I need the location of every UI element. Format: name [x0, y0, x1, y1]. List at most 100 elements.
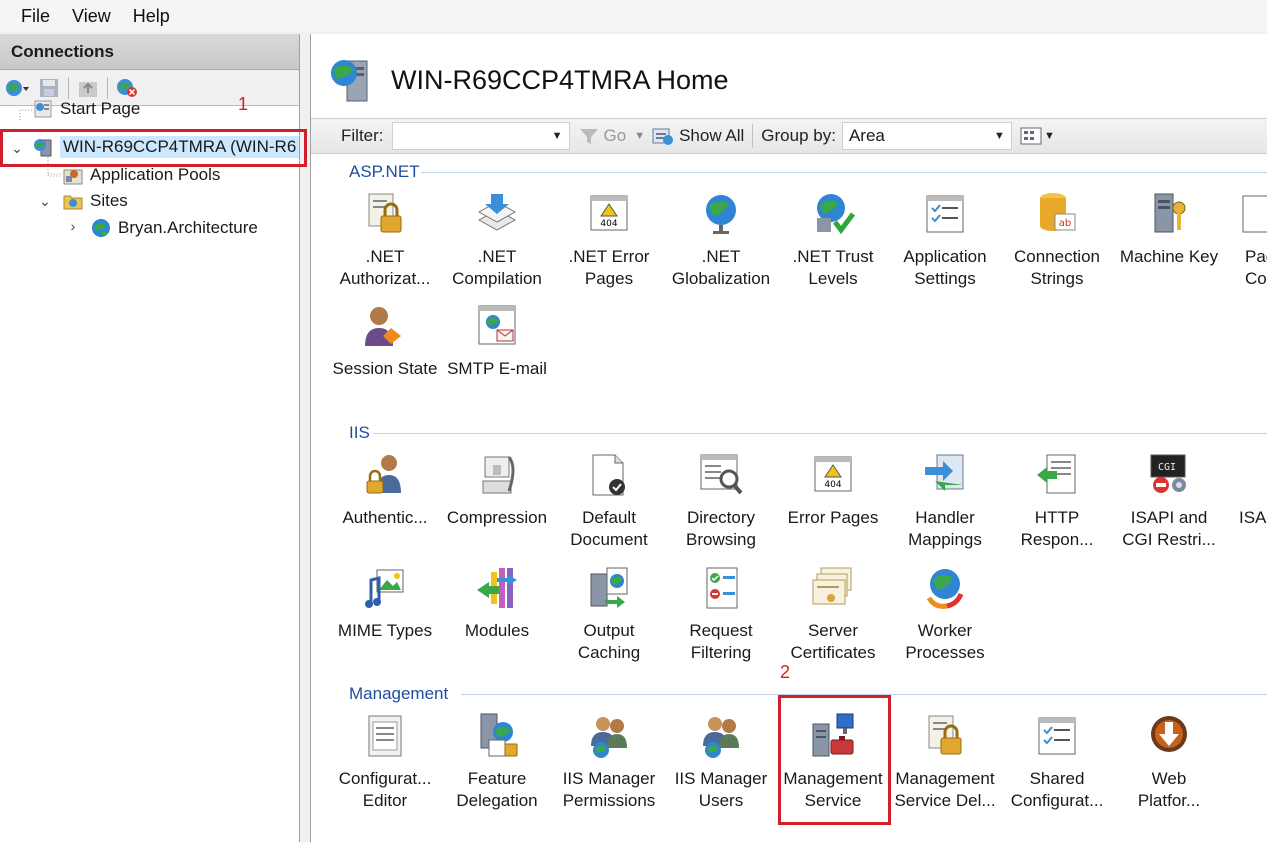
feature-connection-strings[interactable]: ab Connection Strings — [1001, 190, 1113, 296]
feature-net-compilation[interactable]: .NET Compilation — [441, 190, 553, 296]
filter-bar: Filter: ▼ Go ▼ Show All Group by: Area ▼… — [311, 118, 1267, 154]
feature-net-error-pages[interactable]: 404 .NET Error Pages — [553, 190, 665, 296]
show-all-button[interactable]: Show All — [651, 125, 744, 147]
section-title-aspnet: ASP.NET — [349, 162, 420, 181]
feature-configuration-editor[interactable]: Configurat... Editor — [329, 712, 441, 818]
feature-label: MIME Types — [337, 621, 433, 640]
configuration-editor-icon — [368, 715, 402, 757]
tree-node-site[interactable]: Bryan.Architecture — [90, 215, 258, 241]
feature-label: .NET Error Pages — [568, 247, 650, 288]
group-by-select[interactable]: Area ▼ — [841, 122, 1012, 150]
authentication-icon — [366, 455, 401, 494]
filter-label: Filter: — [341, 126, 384, 145]
request-filtering-icon — [706, 567, 738, 609]
tree-node-start-page[interactable]: Start Page — [32, 96, 140, 122]
tree-label-site: Bryan.Architecture — [118, 218, 258, 237]
certificates-icon — [812, 567, 852, 605]
feature-label: Connection Strings — [1013, 247, 1100, 288]
feature-compression[interactable]: Compression — [441, 451, 553, 557]
feature-feature-delegation[interactable]: Feature Delegation — [441, 712, 553, 818]
menu-file[interactable]: File — [10, 6, 61, 27]
feature-net-authorization[interactable]: .NET Authorizat... — [329, 190, 441, 296]
section-title-management: Management — [349, 684, 449, 703]
annotation-label-2: 2 — [780, 662, 791, 682]
application-settings-icon — [926, 195, 964, 233]
chevron-down-icon[interactable]: ⌄ — [38, 194, 52, 208]
feature-net-trust-levels[interactable]: .NET Trust Levels — [777, 190, 889, 296]
go-dropdown-icon[interactable]: ▼ — [634, 130, 645, 142]
view-grid-icon — [1020, 127, 1042, 145]
svg-text:404: 404 — [600, 219, 617, 229]
feature-machine-key[interactable]: Machine Key — [1113, 190, 1225, 296]
feature-label: Session State — [332, 359, 438, 378]
feature-session-state[interactable]: Session State — [329, 302, 441, 408]
feature-net-globalization[interactable]: .NET Globalization — [665, 190, 777, 296]
show-all-icon — [652, 128, 674, 145]
feature-label: Web Platfor... — [1137, 769, 1201, 810]
feature-request-filtering[interactable]: Request Filtering — [665, 564, 777, 670]
section-header-management: Management — [349, 684, 448, 704]
feature-isapi-cgi-restrictions[interactable]: CGI ISAPI and CGI Restri... — [1113, 451, 1225, 557]
feature-web-platform-installer[interactable]: Web Platfor... — [1113, 712, 1225, 818]
feature-default-document[interactable]: Default Document — [553, 451, 665, 557]
feature-modules[interactable]: Modules — [441, 564, 553, 670]
feature-label: Machine Key — [1119, 247, 1219, 266]
feature-error-pages[interactable]: 404 Error Pages — [777, 451, 889, 557]
feature-label: Request Filtering — [689, 621, 753, 662]
feature-pages-controls[interactable]: Pag Co — [1225, 190, 1267, 296]
globalization-globe-icon — [706, 195, 736, 234]
modules-icon — [477, 568, 517, 608]
trust-levels-icon — [817, 194, 855, 235]
feature-label: Feature Delegation — [456, 769, 538, 810]
feature-label: Worker Processes — [905, 621, 985, 662]
filter-input[interactable]: ▼ — [391, 122, 570, 150]
group-by-value: Area — [848, 126, 885, 145]
feature-server-certificates[interactable]: Server Certificates — [777, 564, 889, 670]
feature-label: Configurat... Editor — [338, 769, 432, 810]
session-state-user-icon — [365, 307, 401, 346]
svg-text:CGI: CGI — [1158, 462, 1176, 473]
group-by-label: Group by: — [761, 126, 836, 145]
filter-separator — [752, 124, 754, 148]
menu-view[interactable]: View — [61, 6, 122, 27]
view-mode-button[interactable]: ▼ — [1020, 126, 1055, 146]
feature-management-service-delegation[interactable]: Management Service Del... — [889, 712, 1001, 818]
feature-iis-manager-permissions[interactable]: IIS Manager Permissions — [553, 712, 665, 818]
feature-label: Shared Configurat... — [1010, 769, 1104, 810]
feature-iis-manager-users[interactable]: IIS Manager Users — [665, 712, 777, 818]
web-platform-installer-icon — [1151, 716, 1187, 752]
dropdown-arrow-icon[interactable]: ▼ — [552, 130, 563, 142]
go-label: Go — [603, 126, 627, 145]
feature-authentication[interactable]: Authentic... — [329, 451, 441, 557]
feature-label: ISAPI and CGI Restri... — [1122, 508, 1216, 549]
feature-mime-types[interactable]: MIME Types — [329, 564, 441, 670]
section-divider — [373, 433, 1267, 434]
connections-header: Connections — [0, 34, 299, 70]
application-pools-icon — [63, 169, 83, 185]
server-globe-icon — [331, 60, 368, 102]
tree-label-application-pools: Application Pools — [90, 165, 221, 184]
menu-help[interactable]: Help — [122, 6, 181, 27]
feature-label: Directory Browsing — [686, 508, 756, 549]
sites-folder-icon — [63, 195, 83, 210]
feature-handler-mappings[interactable]: Handler Mappings — [889, 451, 1001, 557]
section-header-iis: IIS — [349, 423, 370, 443]
tree-node-sites[interactable]: Sites — [62, 188, 128, 214]
feature-delegation-icon — [480, 713, 518, 757]
feature-shared-configuration[interactable]: Shared Configurat... — [1001, 712, 1113, 818]
feature-worker-processes[interactable]: Worker Processes — [889, 564, 1001, 670]
feature-http-response-headers[interactable]: HTTP Respon... — [1001, 451, 1113, 557]
feature-application-settings[interactable]: Application Settings — [889, 190, 1001, 296]
chevron-right-icon[interactable]: › — [66, 219, 80, 233]
globe-icon — [92, 219, 110, 237]
go-button[interactable]: Go — [578, 126, 627, 146]
section-divider — [421, 172, 1267, 173]
feature-isapi-filters[interactable]: ISAP — [1225, 451, 1267, 557]
feature-output-caching[interactable]: Output Caching — [553, 564, 665, 670]
connect-globe-icon[interactable] — [4, 76, 30, 100]
isapi-cgi-icon: CGI — [1150, 454, 1186, 493]
feature-smtp-email[interactable]: SMTP E-mail — [441, 302, 553, 408]
feature-label: .NET Compilation — [452, 247, 542, 288]
feature-label: ISAP — [1239, 508, 1267, 527]
feature-directory-browsing[interactable]: Directory Browsing — [665, 451, 777, 557]
